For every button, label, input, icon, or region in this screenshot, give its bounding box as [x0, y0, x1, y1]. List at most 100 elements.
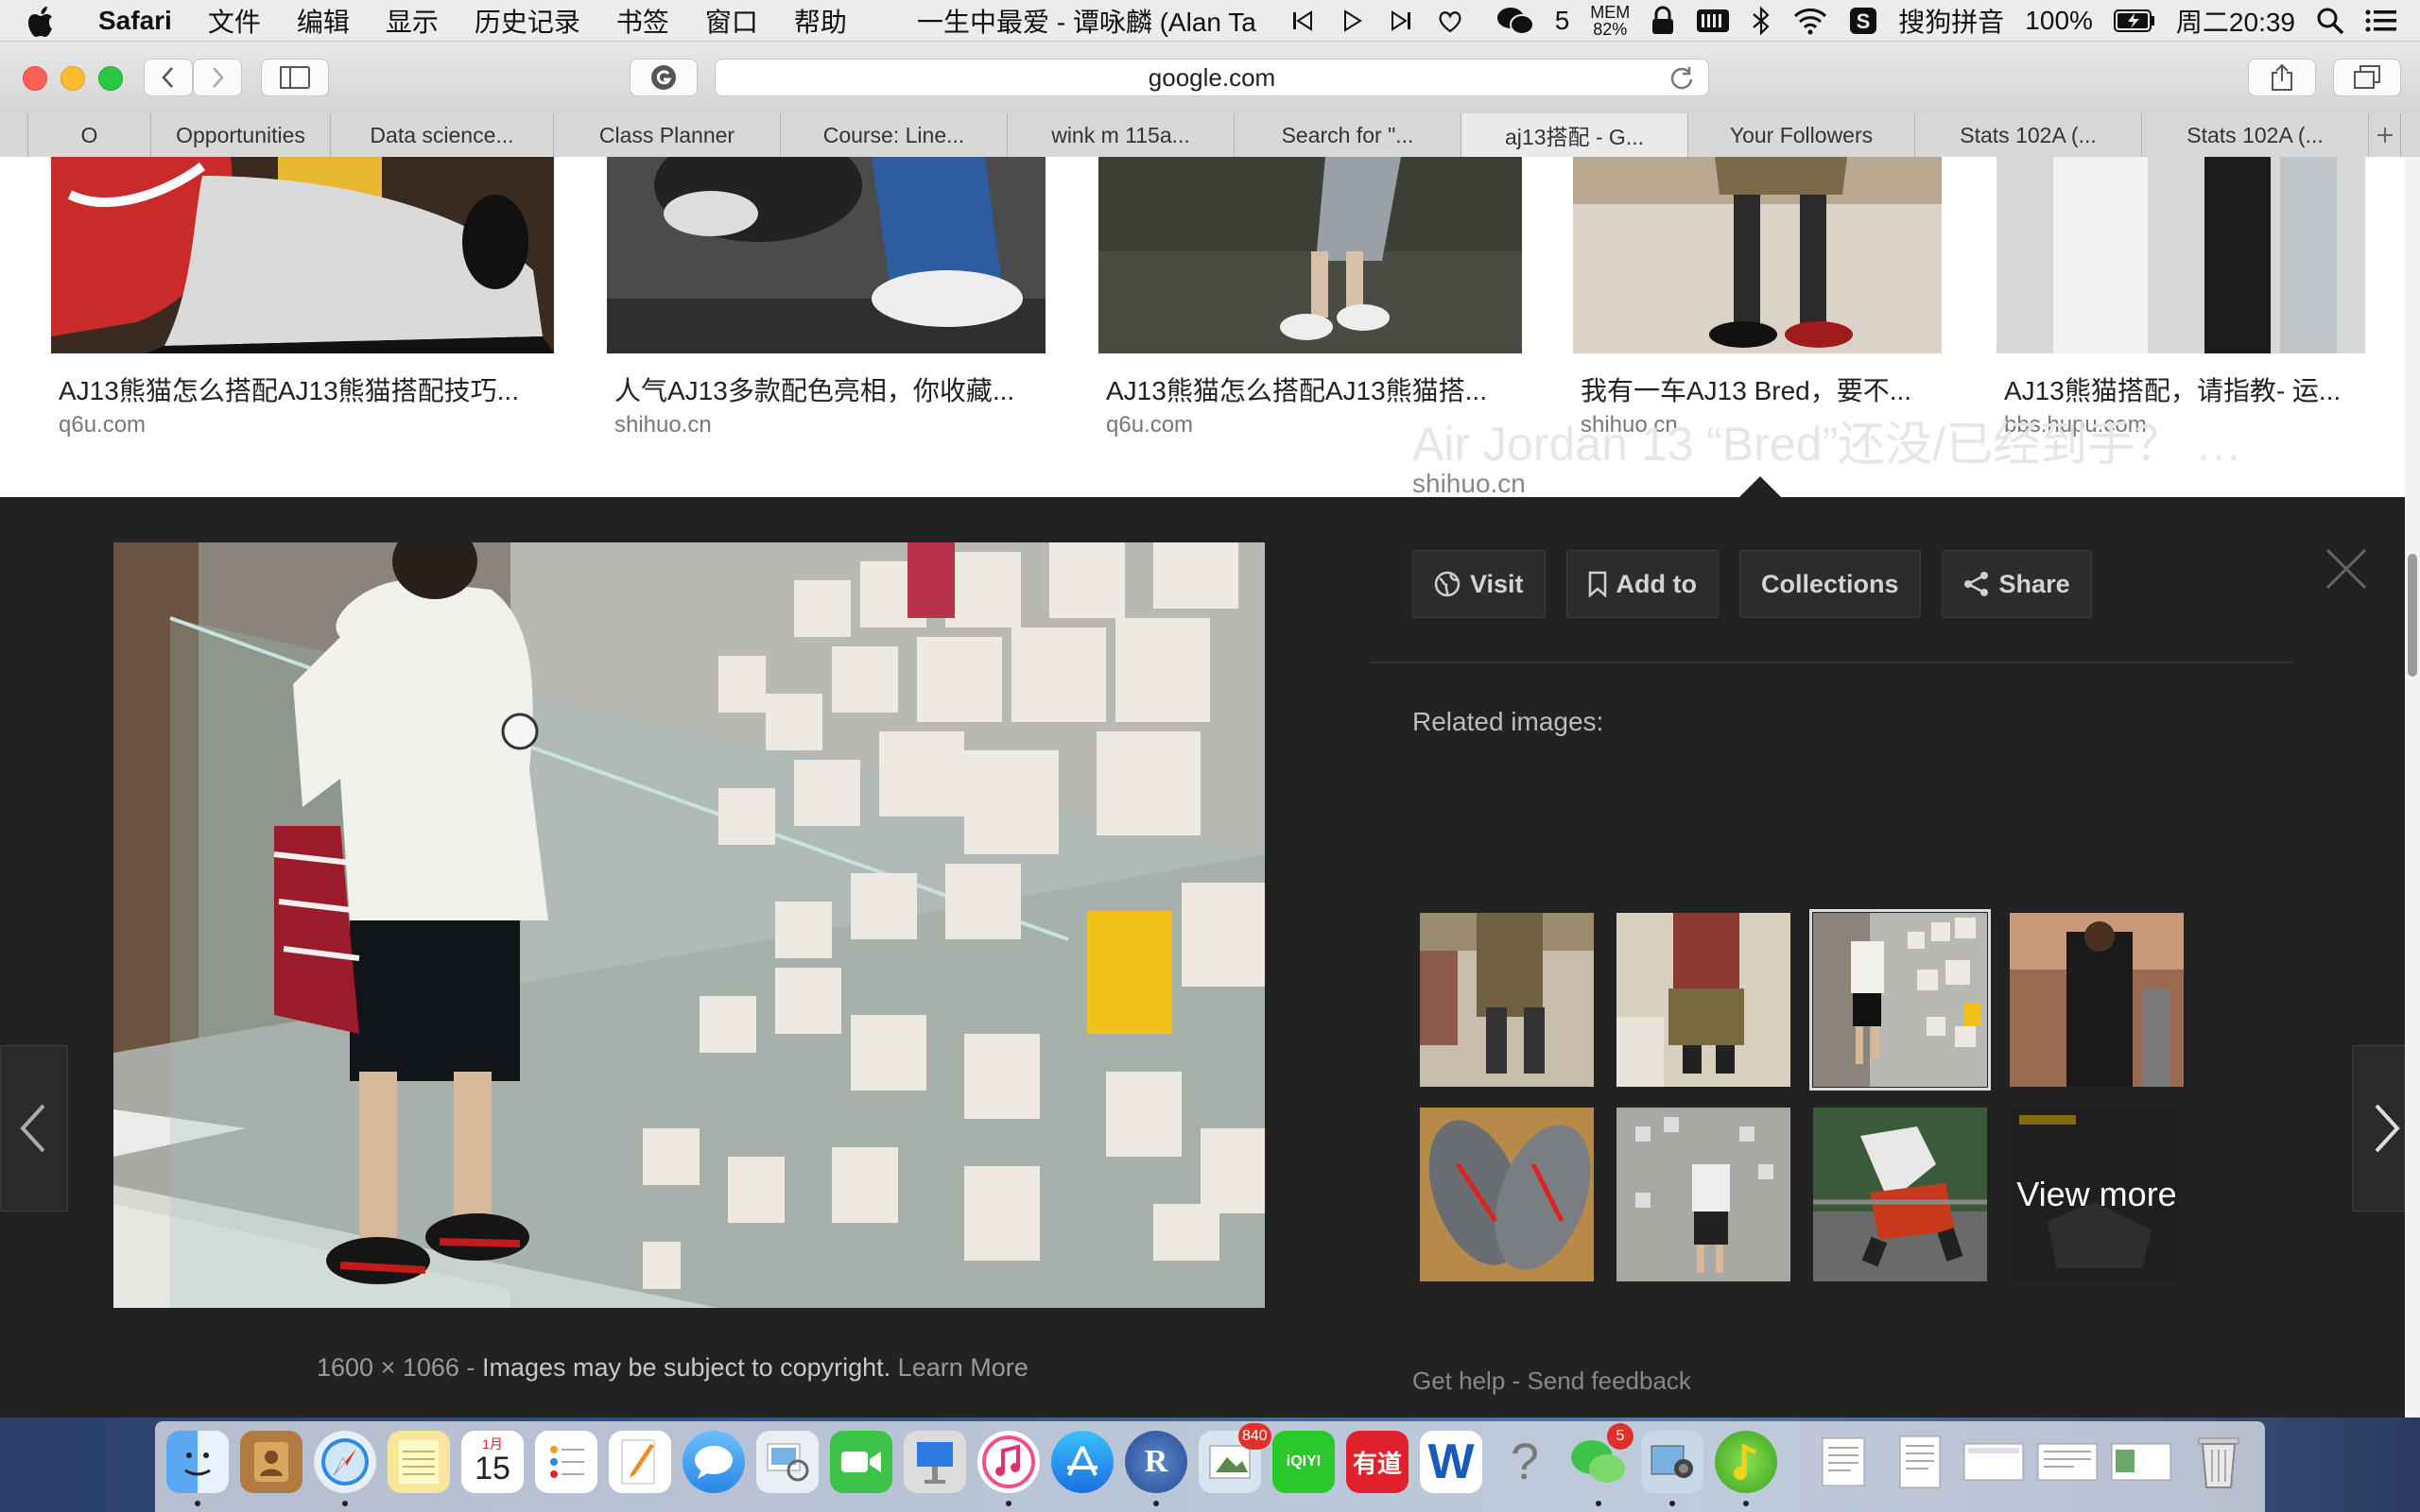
heart-icon[interactable]: [1436, 7, 1464, 35]
apple-icon[interactable]: [28, 5, 57, 37]
contacts-icon[interactable]: [240, 1431, 302, 1493]
minimize-window-button[interactable]: [60, 66, 85, 91]
result-title[interactable]: AJ13熊猫搭配，请指教- 运...: [2004, 370, 2341, 408]
youdao-icon[interactable]: 有道: [1346, 1431, 1409, 1493]
facetime-icon[interactable]: [830, 1431, 892, 1493]
related-image[interactable]: [2010, 913, 2184, 1087]
menu-view[interactable]: 显示: [386, 2, 439, 40]
pages-icon[interactable]: [609, 1431, 671, 1493]
battery-graph-icon[interactable]: [1696, 7, 1730, 35]
page-scrollbar[interactable]: [2405, 157, 2420, 1418]
preview-source[interactable]: shihuo.cn: [1412, 469, 1526, 499]
wifi-icon[interactable]: [1792, 7, 1828, 35]
sidebar-toggle-button[interactable]: [261, 59, 329, 96]
screenshot-file-icon[interactable]: [1962, 1431, 2025, 1493]
safari-icon[interactable]: [314, 1431, 376, 1493]
reminders-icon[interactable]: [535, 1431, 597, 1493]
related-image[interactable]: [1813, 1108, 1987, 1281]
related-image[interactable]: [1616, 1108, 1790, 1281]
learn-more-link[interactable]: Learn More: [898, 1353, 1028, 1382]
forward-button[interactable]: [193, 59, 242, 96]
result-source[interactable]: q6u.com: [1106, 412, 1193, 438]
new-tab-button[interactable]: [2369, 113, 2401, 157]
next-track-icon[interactable]: [1387, 7, 1415, 35]
tab-stats-102a-1[interactable]: Stats 102A (...: [1915, 113, 2142, 157]
tab-stats-102a-2[interactable]: Stats 102A (...: [2142, 113, 2369, 157]
battery-percent[interactable]: 100%: [2025, 6, 2093, 36]
scrollbar-thumb[interactable]: [2408, 554, 2417, 677]
help-icon[interactable]: ?: [1494, 1431, 1556, 1493]
tab-wink[interactable]: wink m 115a...: [1008, 113, 1235, 157]
related-image[interactable]: [1616, 913, 1790, 1087]
play-icon[interactable]: [1338, 7, 1366, 35]
tab-search-for[interactable]: Search for "...: [1235, 113, 1461, 157]
result-image[interactable]: [1573, 157, 1942, 353]
result-title[interactable]: 我有一车AJ13 Bred，要不...: [1581, 370, 1911, 408]
previous-image-button[interactable]: [0, 1045, 68, 1211]
preview-image[interactable]: [113, 542, 1265, 1308]
wechat-icon[interactable]: [1496, 6, 1534, 36]
send-feedback-link[interactable]: Send feedback: [1527, 1366, 1690, 1395]
iqiyi-icon[interactable]: iQIYI: [1272, 1431, 1335, 1493]
result-image[interactable]: [1996, 157, 2365, 353]
preview-title[interactable]: Air Jordan 13 “Bred”还没/已经到手？ …: [1412, 406, 2242, 474]
view-more-tile[interactable]: View more: [2010, 1108, 2184, 1281]
back-button[interactable]: [144, 59, 193, 96]
add-to-button[interactable]: Add to: [1565, 550, 1720, 618]
menu-window[interactable]: 窗口: [705, 2, 758, 40]
result-image[interactable]: [607, 157, 1046, 353]
clock[interactable]: 周二20:39: [2176, 2, 2295, 40]
r-app-icon[interactable]: R: [1125, 1431, 1187, 1493]
trash-icon[interactable]: [2187, 1431, 2250, 1493]
tab-opportunities[interactable]: Opportunities: [151, 113, 331, 157]
spotlight-search-icon[interactable]: [2316, 7, 2344, 35]
tab-course-line[interactable]: Course: Line...: [781, 113, 1008, 157]
image-capture-icon[interactable]: [1641, 1431, 1703, 1493]
word-icon[interactable]: W: [1420, 1431, 1482, 1493]
app-store-icon[interactable]: [1051, 1431, 1114, 1493]
zoom-window-button[interactable]: [98, 66, 123, 91]
screenshot-file-icon[interactable]: [2036, 1431, 2099, 1493]
menu-history[interactable]: 历史记录: [475, 2, 580, 40]
bluetooth-icon[interactable]: [1751, 6, 1772, 36]
close-preview-icon[interactable]: [2324, 546, 2369, 592]
related-image[interactable]: [1420, 913, 1594, 1087]
notes-icon[interactable]: [388, 1431, 450, 1493]
menu-app-safari[interactable]: Safari: [98, 6, 172, 36]
get-help-link[interactable]: Get help: [1412, 1366, 1505, 1395]
result-title[interactable]: 人气AJ13多款配色亮相，你收藏...: [614, 370, 1014, 408]
menu-file[interactable]: 文件: [208, 2, 261, 40]
show-all-tabs-button[interactable]: [2333, 59, 2401, 96]
tab-o[interactable]: O: [28, 113, 151, 157]
tab-class-planner[interactable]: Class Planner: [554, 113, 781, 157]
document-icon[interactable]: [1889, 1431, 1951, 1493]
result-image[interactable]: [51, 157, 554, 353]
result-image[interactable]: [1098, 157, 1522, 353]
preview-app-icon[interactable]: [756, 1431, 819, 1493]
share-toolbar-button[interactable]: [2248, 59, 2316, 96]
finder-icon[interactable]: [166, 1431, 229, 1493]
now-playing-text[interactable]: 一生中最爱 - 谭咏麟 (Alan Ta: [917, 2, 1256, 40]
share-button[interactable]: Share: [1941, 550, 2092, 618]
address-bar[interactable]: google.com: [715, 59, 1709, 96]
close-window-button[interactable]: [23, 66, 47, 91]
previous-track-icon[interactable]: [1288, 7, 1317, 35]
result-source[interactable]: shihuo.cn: [614, 412, 712, 438]
collections-button[interactable]: Collections: [1739, 550, 1921, 618]
screenshot-file-icon[interactable]: [2110, 1431, 2172, 1493]
menu-help[interactable]: 帮助: [794, 2, 847, 40]
qq-music-icon[interactable]: [1715, 1431, 1777, 1493]
messages-icon[interactable]: [683, 1431, 745, 1493]
notification-center-icon[interactable]: [2365, 8, 2397, 34]
tab-your-followers[interactable]: Your Followers: [1688, 113, 1915, 157]
visit-button[interactable]: Visit: [1412, 550, 1546, 618]
input-method-label[interactable]: 搜狗拼音: [1898, 2, 2004, 40]
next-image-button[interactable]: [2352, 1045, 2405, 1211]
result-title[interactable]: AJ13熊猫怎么搭配AJ13熊猫搭...: [1106, 370, 1487, 408]
memory-monitor[interactable]: MEM 82%: [1590, 4, 1630, 38]
result-title[interactable]: AJ13熊猫怎么搭配AJ13熊猫搭配技巧...: [59, 370, 519, 408]
menu-edit[interactable]: 编辑: [297, 2, 350, 40]
keynote-icon[interactable]: [904, 1431, 966, 1493]
result-source[interactable]: q6u.com: [59, 412, 146, 438]
itunes-icon[interactable]: [977, 1431, 1040, 1493]
